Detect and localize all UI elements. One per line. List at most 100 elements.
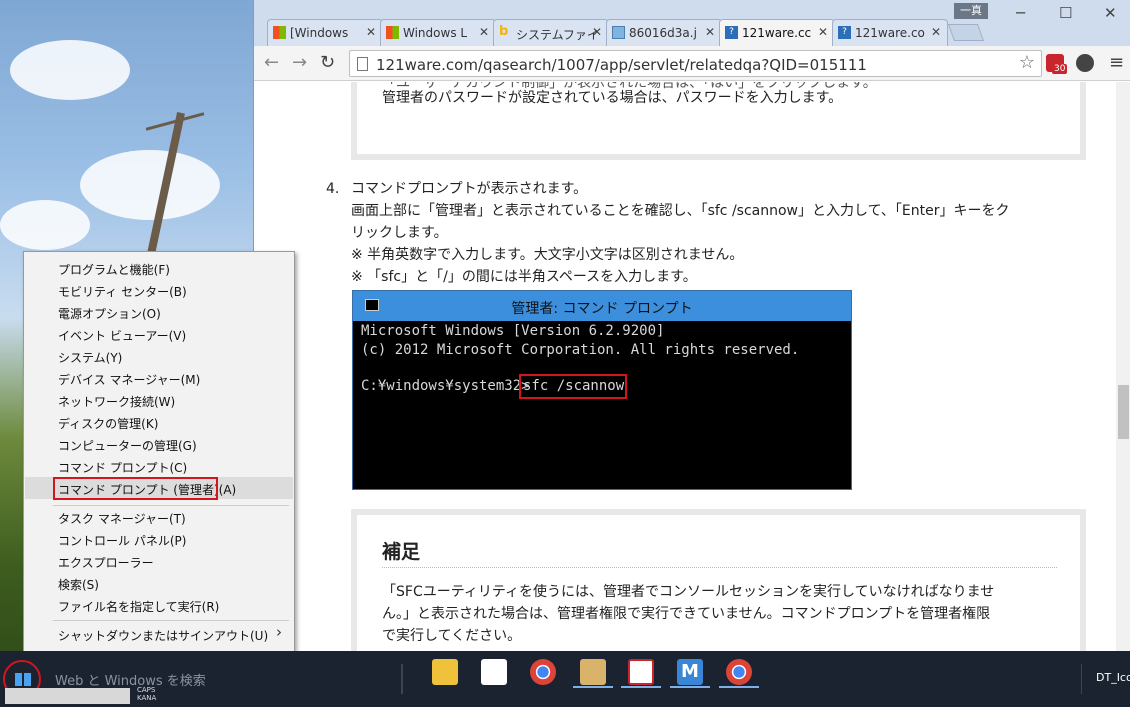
note-text: ※ 半角英数字で入力します。大文字小文字は区別されません。 xyxy=(351,247,744,263)
highlight-box xyxy=(53,477,218,500)
close-icon[interactable]: ✕ xyxy=(705,25,715,39)
forward-icon[interactable]: → xyxy=(292,52,307,73)
menu-item-system[interactable]: システム(Y) xyxy=(25,345,293,367)
cmd-command: sfc /scannow xyxy=(523,378,625,394)
page-icon xyxy=(357,57,368,71)
menu-item-control-panel[interactable]: コントロール パネル(P) xyxy=(25,528,293,550)
store-icon[interactable] xyxy=(481,659,507,685)
supplement-text: 「SFCユーティリティを使うには、管理者でコンソールセッションを実行していなけれ… xyxy=(382,584,995,600)
tab-4[interactable]: 86016d3a.j ✕ xyxy=(606,19,722,46)
tab-label: 121ware.co xyxy=(855,26,925,40)
tab-1[interactable]: [Windows ✕ xyxy=(267,19,383,46)
tab-active[interactable]: ? 121ware.cc ✕ xyxy=(719,19,835,46)
close-icon[interactable]: ✕ xyxy=(818,25,828,39)
tab-6[interactable]: ? 121ware.co ✕ xyxy=(832,19,948,46)
step-title: コマンドプロンプトが表示されます。 xyxy=(351,181,588,197)
cmd-title-bar: 管理者: コマンド プロンプト xyxy=(353,291,851,321)
maximize-button[interactable]: ☐ xyxy=(1059,4,1072,22)
divider xyxy=(382,567,1057,568)
scrollbar[interactable] xyxy=(1116,82,1130,651)
tab-label: [Windows xyxy=(290,26,349,40)
menu-item-power[interactable]: 電源オプション(O) xyxy=(25,301,293,323)
step-text: 画面上部に「管理者」と表示されていることを確認し、「sfc /scannow」と… xyxy=(351,203,1010,219)
menu-item-run[interactable]: ファイル名を指定して実行(R) xyxy=(25,594,293,616)
menu-item-device-manager[interactable]: デバイス マネージャー(M) xyxy=(25,367,293,389)
browser-window: [Windows ✕ Windows L ✕ b システムファイ ✕ 86016… xyxy=(253,0,1130,651)
menu-item-programs[interactable]: プログラムと機能(F) xyxy=(25,257,293,279)
new-tab-button[interactable] xyxy=(947,24,985,41)
cmd-title: 管理者: コマンド プロンプト xyxy=(511,301,693,317)
menu-item-disk[interactable]: ディスクの管理(K) xyxy=(25,411,293,433)
mail-icon[interactable] xyxy=(580,659,606,685)
address-bar[interactable]: 121ware.com/qasearch/1007/app/servlet/re… xyxy=(349,50,1042,77)
windows-logo-icon xyxy=(15,672,31,686)
close-window-button[interactable]: ✕ xyxy=(1104,4,1117,22)
extension-badge: 30 xyxy=(1052,64,1068,74)
step-text: リックします。 xyxy=(351,225,448,241)
star-icon[interactable]: ☆ xyxy=(1019,52,1035,73)
extension-icon[interactable]: 30 xyxy=(1046,54,1068,74)
m-app-icon[interactable]: M xyxy=(677,659,703,685)
close-icon[interactable]: ✕ xyxy=(366,25,376,39)
bing-icon: b xyxy=(499,24,509,39)
tray-divider xyxy=(1081,664,1082,694)
image-icon xyxy=(612,26,625,39)
menu-item-search[interactable]: 検索(S) xyxy=(25,572,293,594)
chevron-right-icon: › xyxy=(276,623,282,641)
supplement-box: 補足 「SFCユーティリティを使うには、管理者でコンソールセッションを実行してい… xyxy=(351,509,1086,651)
menu-item-mobility[interactable]: モビリティ センター(B) xyxy=(25,279,293,301)
supplement-heading: 補足 xyxy=(382,541,421,563)
reload-icon[interactable]: ↻ xyxy=(320,52,335,73)
tab-label: 86016d3a.j xyxy=(629,26,697,40)
cmd-prompt: C:¥windows¥system32> xyxy=(361,378,530,394)
menu-item-shutdown[interactable]: シャットダウンまたはサインアウト(U) xyxy=(25,623,293,645)
close-icon[interactable]: ✕ xyxy=(931,25,941,39)
close-icon[interactable]: ✕ xyxy=(479,25,489,39)
back-icon[interactable]: ← xyxy=(264,52,279,73)
tab-label: システムファイ xyxy=(516,28,599,42)
menu-item-network[interactable]: ネットワーク接続(W) xyxy=(25,389,293,411)
tab-3[interactable]: b システムファイ ✕ xyxy=(493,19,609,46)
extension-icon-2[interactable] xyxy=(1076,54,1094,72)
active-indicator xyxy=(621,686,661,688)
tab-label: Windows L xyxy=(403,26,468,40)
supplement-text: で実行してください。 xyxy=(382,628,522,644)
active-indicator xyxy=(719,686,759,688)
url-text: 121ware.com/qasearch/1007/app/servlet/re… xyxy=(376,56,867,74)
cmd-icon xyxy=(365,299,379,311)
windows-icon xyxy=(273,26,286,39)
file-explorer-icon[interactable] xyxy=(432,659,458,685)
browser-toolbar: ← → ↻ 121ware.com/qasearch/1007/app/serv… xyxy=(254,46,1130,81)
close-icon[interactable]: ✕ xyxy=(592,25,602,39)
menu-item-computer-management[interactable]: コンピューターの管理(G) xyxy=(25,433,293,455)
chrome-icon[interactable] xyxy=(530,659,556,685)
calendar-icon[interactable] xyxy=(628,659,654,685)
menu-item-explorer[interactable]: エクスプローラー xyxy=(25,550,293,572)
menu-item-task-manager[interactable]: タスク マネージャー(T) xyxy=(25,506,293,528)
scrollbar-thumb[interactable] xyxy=(1118,385,1129,439)
active-indicator xyxy=(573,686,613,688)
121ware-icon: ? xyxy=(838,26,851,39)
caps-indicator: CAPS KANA xyxy=(137,686,156,702)
active-indicator xyxy=(670,686,710,688)
step-number: 4. xyxy=(326,181,340,197)
cmd-line: (c) 2012 Microsoft Corporation. All righ… xyxy=(361,342,800,358)
tray-text[interactable]: DT_Ico xyxy=(1096,671,1130,684)
minimize-button[interactable]: ─ xyxy=(1016,4,1025,22)
menu-icon[interactable]: ≡ xyxy=(1109,52,1124,73)
tab-label: 121ware.cc xyxy=(742,26,812,40)
menu-item-command-prompt[interactable]: コマンド プロンプト(C) xyxy=(25,455,293,477)
menu-item-event-viewer[interactable]: イベント ビューアー(V) xyxy=(25,323,293,345)
chrome-user-icon[interactable] xyxy=(726,659,752,685)
previous-step-box: 「ユーザーアカウント制御」が表示された場合は、「はい」をクリックします。 管理者… xyxy=(351,82,1086,160)
menu-separator xyxy=(53,620,289,621)
tab-2[interactable]: Windows L ✕ xyxy=(380,19,496,46)
windows-icon xyxy=(386,26,399,39)
kana-label: KANA xyxy=(137,694,157,702)
step-text: 管理者のパスワードが設定されている場合は、パスワードを入力します。 xyxy=(382,90,843,106)
note-text: ※ 「sfc」と「/」の間には半角スペースを入力します。 xyxy=(351,269,697,285)
profile-badge: 一真 xyxy=(954,3,988,19)
page-content: 「ユーザーアカウント制御」が表示された場合は、「はい」をクリックします。 管理者… xyxy=(254,82,1116,651)
supplement-text: ん。」と表示された場合は、管理者権限で実行できていません。コマンドプロンプトを管… xyxy=(382,606,991,622)
cmd-screenshot: 管理者: コマンド プロンプト Microsoft Windows [Versi… xyxy=(352,290,852,490)
